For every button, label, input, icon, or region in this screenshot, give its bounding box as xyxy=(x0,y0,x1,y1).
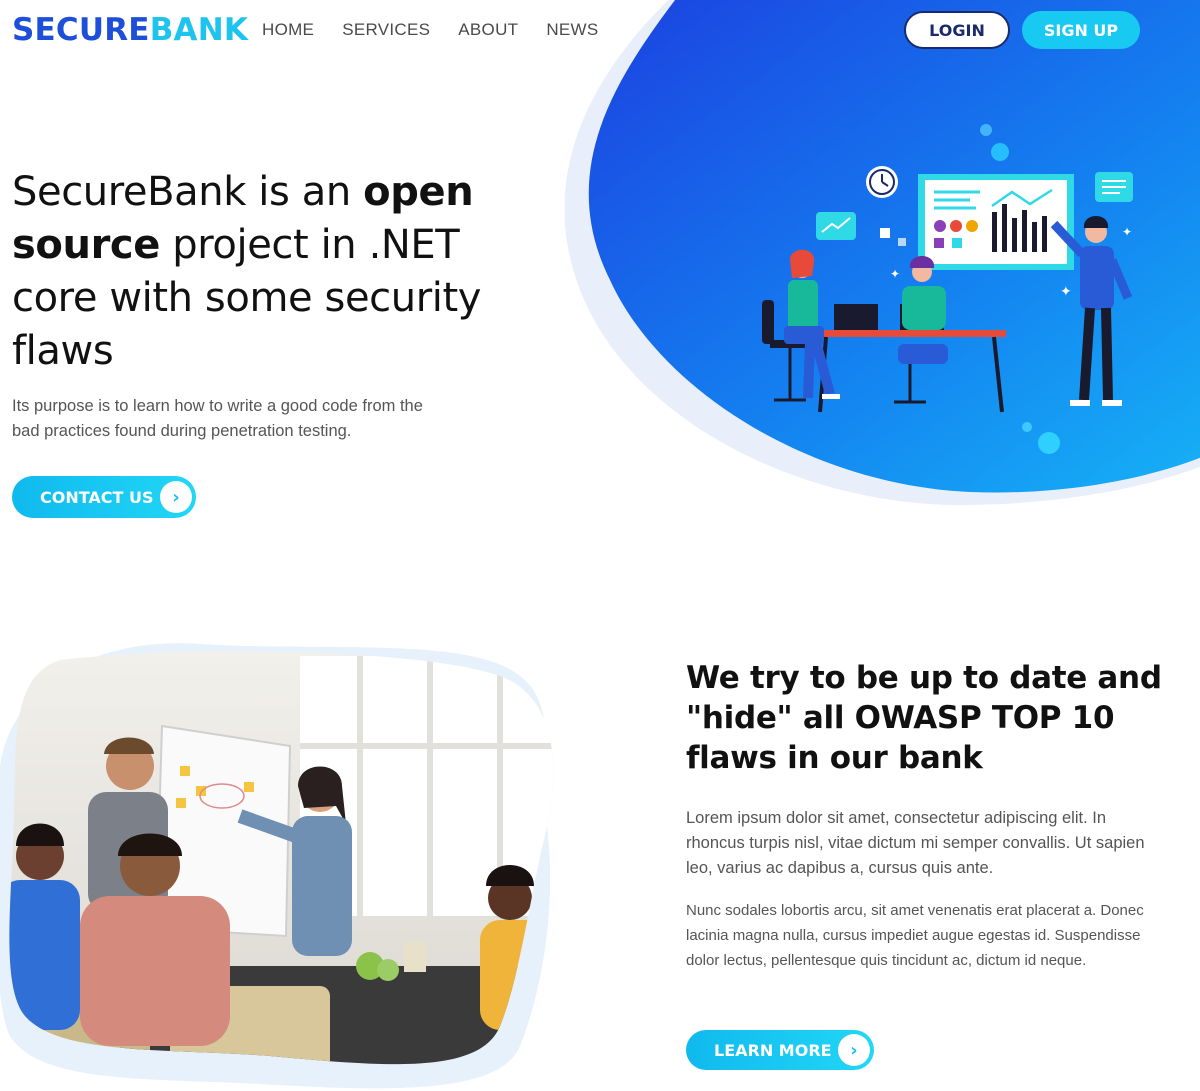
nav-link-home[interactable]: HOME xyxy=(262,20,314,40)
hero-title-part1: SecureBank is an xyxy=(12,169,364,215)
svg-text:✦: ✦ xyxy=(890,267,900,281)
blob-dot-2 xyxy=(1038,432,1060,454)
top-navigation: SECUREBANK HOME SERVICES ABOUT NEWS LOGI… xyxy=(0,0,1200,62)
hero-subtitle: Its purpose is to learn how to write a g… xyxy=(12,397,423,440)
svg-text:✦: ✦ xyxy=(1060,284,1072,300)
blob-dot-1 xyxy=(1022,422,1032,432)
learn-more-button[interactable]: LEARN MORE › xyxy=(686,1030,874,1070)
learn-more-label: LEARN MORE xyxy=(714,1040,832,1060)
nav-links: HOME SERVICES ABOUT NEWS xyxy=(262,20,599,40)
logo-text-secure: SECURE xyxy=(12,12,150,48)
hero-title: SecureBank is an open source project in … xyxy=(12,166,492,378)
contact-us-button[interactable]: CONTACT US › xyxy=(12,476,196,518)
section2-title: We try to be up to date and "hide" all O… xyxy=(686,658,1166,778)
nav-link-services[interactable]: SERVICES xyxy=(342,20,430,40)
section2-paragraph-2: Nunc sodales lobortis arcu, sit amet ven… xyxy=(686,902,1144,969)
logo-text-bank: BANK xyxy=(149,12,249,48)
chevron-right-icon: › xyxy=(160,481,192,513)
chevron-right-icon: › xyxy=(838,1034,870,1066)
team-analytics-illustration: ✦ ✦ ✦ xyxy=(730,120,1160,420)
section2-title-bold: OWASP TOP 10 xyxy=(854,700,1115,736)
brand-logo[interactable]: SECUREBANK xyxy=(12,12,248,48)
signup-button[interactable]: SIGN UP xyxy=(1022,11,1140,49)
section2-paragraph-1: Lorem ipsum dolor sit amet, consectetur … xyxy=(686,809,1145,877)
login-button[interactable]: LOGIN xyxy=(904,11,1010,49)
nav-link-news[interactable]: NEWS xyxy=(546,20,598,40)
team-meeting-photo xyxy=(0,636,560,1091)
contact-us-label: CONTACT US xyxy=(40,487,154,507)
svg-text:✦: ✦ xyxy=(1122,225,1132,239)
section2-title-part2: flaws in our bank xyxy=(686,740,983,776)
nav-link-about[interactable]: ABOUT xyxy=(458,20,518,40)
